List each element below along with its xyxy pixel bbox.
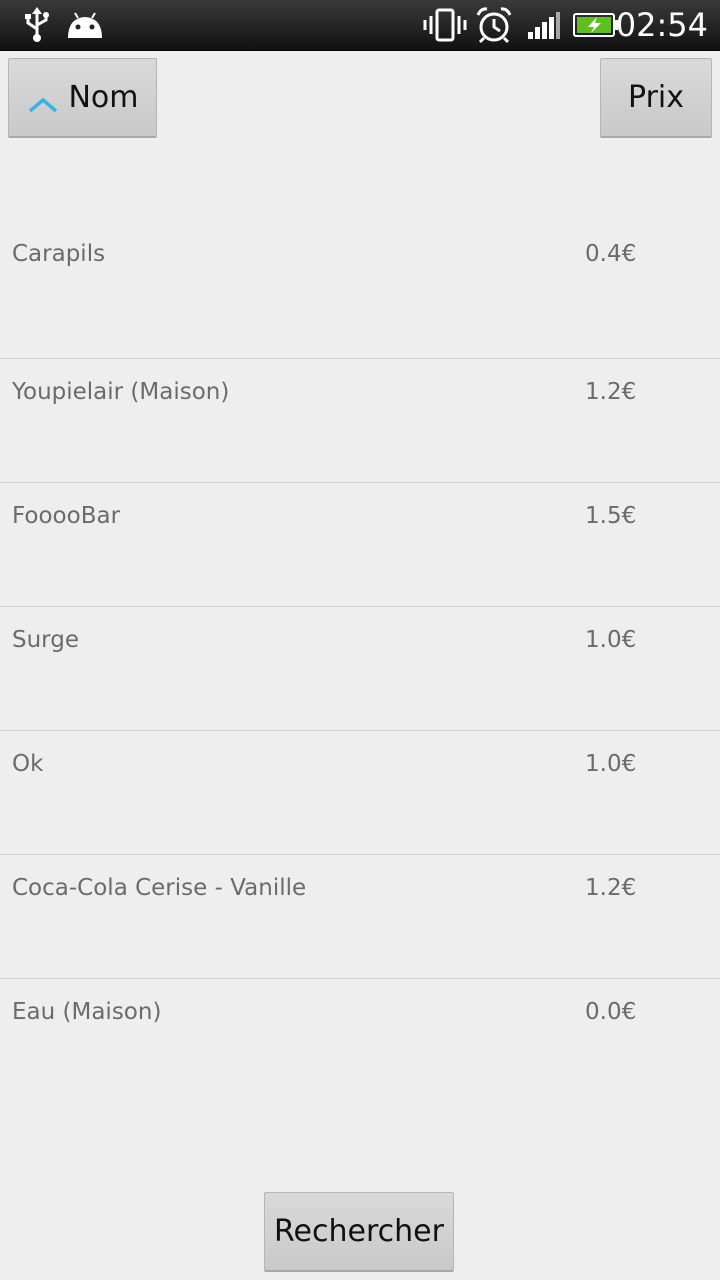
list-item[interactable]: Youpielair (Maison) 1.2€ <box>0 359 720 483</box>
item-price: 1.2€ <box>585 875 637 901</box>
product-list: Carapils 0.4€ Youpielair (Maison) 1.2€ F… <box>0 190 720 1102</box>
list-item[interactable]: Carapils 0.4€ <box>0 190 720 359</box>
item-price: 1.5€ <box>585 503 637 529</box>
sort-by-name-label: Nom <box>68 80 139 115</box>
sort-by-price-label: Prix <box>628 80 684 115</box>
sort-by-name-button[interactable]: Nom <box>8 58 157 138</box>
item-name: Carapils <box>12 241 106 267</box>
item-name: Eau (Maison) <box>12 999 162 1025</box>
item-name: Ok <box>12 751 44 777</box>
chevron-up-icon <box>26 88 60 112</box>
item-price: 1.0€ <box>585 627 637 653</box>
battery-charging-icon <box>572 0 620 50</box>
vibrate-icon <box>422 0 468 50</box>
item-name: Coca-Cola Cerise - Vanille <box>12 875 307 901</box>
item-price: 0.4€ <box>585 241 637 267</box>
status-bar: 02:54 <box>0 0 720 51</box>
usb-icon <box>20 0 54 50</box>
sort-by-price-button[interactable]: Prix <box>600 58 712 138</box>
search-button-label: Rechercher <box>274 1214 444 1249</box>
item-price: 0.0€ <box>585 999 637 1025</box>
item-name: FooooBar <box>12 503 121 529</box>
item-name: Youpielair (Maison) <box>12 379 230 405</box>
list-item[interactable]: Ok 1.0€ <box>0 731 720 855</box>
signal-icon <box>526 0 562 50</box>
list-item[interactable]: Eau (Maison) 0.0€ <box>0 979 720 1102</box>
item-name: Surge <box>12 627 79 653</box>
clock-time: 02:54 <box>615 6 708 44</box>
android-debug-icon <box>64 0 106 50</box>
item-price: 1.2€ <box>585 379 637 405</box>
list-item[interactable]: Coca-Cola Cerise - Vanille 1.2€ <box>0 855 720 979</box>
search-button[interactable]: Rechercher <box>264 1192 454 1272</box>
item-price: 1.0€ <box>585 751 637 777</box>
list-item[interactable]: FooooBar 1.5€ <box>0 483 720 607</box>
list-item[interactable]: Surge 1.0€ <box>0 607 720 731</box>
alarm-icon <box>474 0 514 50</box>
